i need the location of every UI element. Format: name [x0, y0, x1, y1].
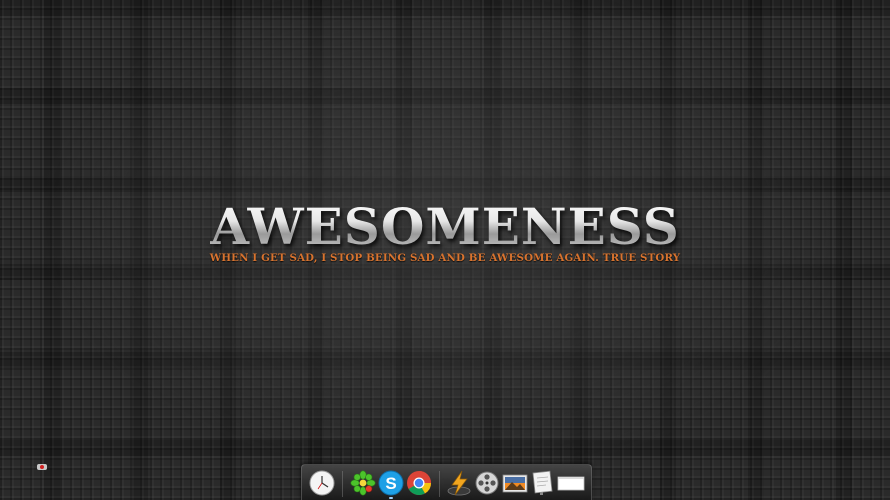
- wallpaper-headline: AWESOMENESS: [210, 197, 680, 256]
- svg-text:S: S: [385, 474, 396, 493]
- dock: S: [301, 464, 592, 500]
- tray-indicator-icon[interactable]: [37, 464, 47, 470]
- dock-separator: [342, 471, 343, 497]
- running-indicator: [389, 497, 393, 499]
- clock-icon[interactable]: [309, 470, 335, 496]
- film-reel-icon[interactable]: [474, 470, 500, 496]
- notepad-icon[interactable]: [530, 470, 556, 496]
- dock-separator: [439, 471, 440, 497]
- icq-flower-icon[interactable]: [350, 470, 376, 496]
- photo-frame-icon[interactable]: [502, 470, 528, 496]
- window-icon[interactable]: [557, 470, 585, 496]
- skype-icon[interactable]: S: [378, 470, 404, 499]
- wallpaper-text: AWESOMENESS WHEN I GET SAD, I STOP BEING…: [0, 197, 890, 265]
- winamp-lightning-icon[interactable]: [446, 470, 472, 496]
- chrome-icon[interactable]: [406, 470, 432, 496]
